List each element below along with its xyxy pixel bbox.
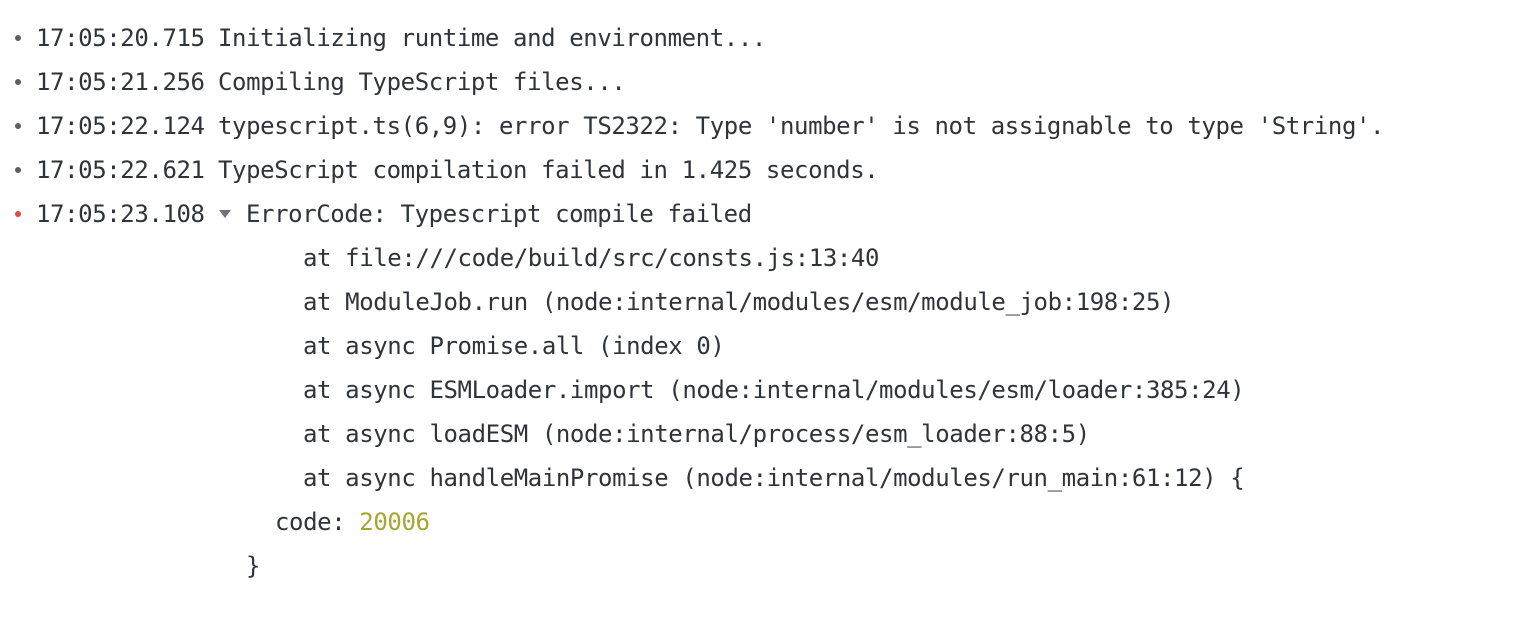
log-timestamp: 17:05:21.256 xyxy=(36,68,205,96)
property-key: code: xyxy=(275,508,360,536)
stack-frame: at ModuleJob.run (node:internal/modules/… xyxy=(303,288,1175,316)
error-bullet-icon xyxy=(15,211,21,217)
log-timestamp: 17:05:23.108 xyxy=(36,200,205,228)
log-timestamp: 17:05:22.621 xyxy=(36,156,205,184)
log-entry: 17:05:21.256 Compiling TypeScript files.… xyxy=(0,60,626,104)
error-property: code: 20006 xyxy=(275,500,430,544)
property-value: 20006 xyxy=(359,508,430,536)
stack-frame: at file:///code/build/src/consts.js:13:4… xyxy=(303,244,880,272)
bullet-icon xyxy=(15,123,21,129)
log-entry: 17:05:22.124 typescript.ts(6,9): error T… xyxy=(0,104,1384,148)
bullet-icon xyxy=(15,167,21,173)
bullet-icon xyxy=(15,79,21,85)
stack-frame: at async loadESM (node:internal/process/… xyxy=(303,420,1090,448)
log-entry: 17:05:22.621 TypeScript compilation fail… xyxy=(0,148,879,192)
stack-frame: at async handleMainPromise (node:interna… xyxy=(303,464,1245,492)
log-message: Initializing runtime and environment... xyxy=(218,24,766,52)
expand-caret-icon[interactable] xyxy=(219,210,231,218)
console-log: 17:05:20.715 Initializing runtime and en… xyxy=(0,0,1522,632)
bullet-icon xyxy=(15,35,21,41)
log-message: TypeScript compilation failed in 1.425 s… xyxy=(218,156,879,184)
error-log-entry[interactable]: 17:05:23.108 ErrorCode: Typescript compi… xyxy=(0,192,1200,236)
log-message: Compiling TypeScript files... xyxy=(218,68,626,96)
log-timestamp: 17:05:22.124 xyxy=(36,112,205,140)
log-message: typescript.ts(6,9): error TS2322: Type '… xyxy=(218,112,1385,140)
closing-brace: } xyxy=(246,552,261,580)
log-entry: 17:05:20.715 Initializing runtime and en… xyxy=(0,16,766,60)
stack-frame: at async ESMLoader.import (node:internal… xyxy=(303,376,1245,404)
log-timestamp: 17:05:20.715 xyxy=(36,24,205,52)
error-message: ErrorCode: Typescript compile failed xyxy=(246,200,752,228)
stack-frame: at async Promise.all (index 0) xyxy=(303,332,725,360)
